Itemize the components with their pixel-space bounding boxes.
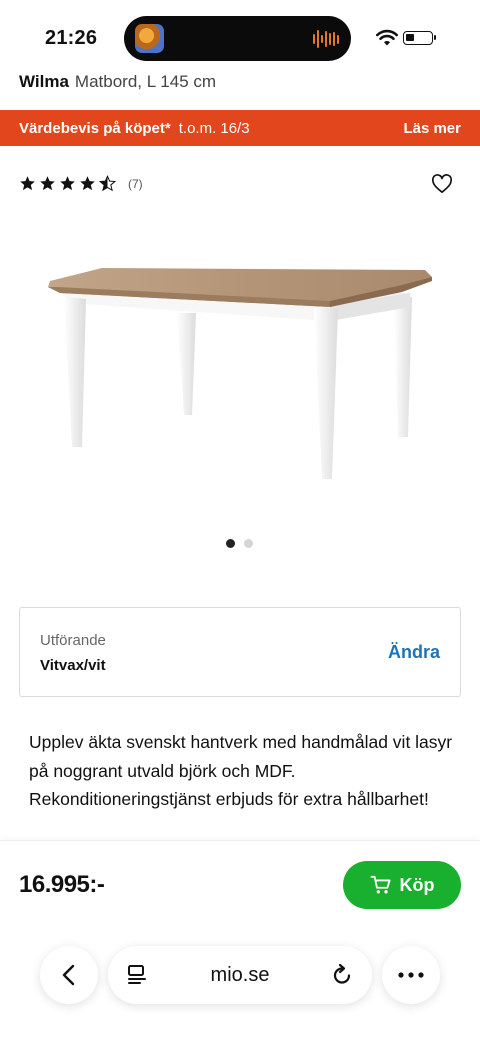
address-bar[interactable]: mio.se (108, 946, 372, 1004)
promo-label: Värdebevis på köpet* (19, 119, 171, 137)
browser-toolbar: mio.se (0, 946, 480, 1004)
audio-waveform-icon (313, 29, 339, 49)
more-icon (398, 972, 424, 978)
reload-icon[interactable] (330, 963, 354, 987)
star-icon (60, 176, 75, 191)
rating[interactable]: (7) (19, 175, 143, 192)
status-time: 21:26 (45, 27, 98, 49)
product-image[interactable] (40, 255, 440, 490)
battery-icon (403, 31, 436, 45)
variant-label: Utförande (40, 632, 106, 649)
promo-read-more-link[interactable]: Läs mer (403, 120, 461, 137)
heart-icon[interactable] (431, 174, 453, 194)
star-icon (40, 176, 55, 191)
carousel-dots[interactable] (226, 539, 253, 548)
product-brand: Wilma (19, 72, 69, 91)
status-bar: 21:26 (0, 0, 480, 70)
product-name: Matbord, L 145 cm (74, 72, 217, 91)
wifi-icon (376, 29, 398, 46)
now-playing-artwork (135, 24, 164, 53)
dynamic-island[interactable] (124, 16, 351, 61)
back-icon (62, 964, 75, 986)
buy-button-label: Köp (399, 874, 435, 895)
cart-icon (370, 875, 391, 894)
back-button[interactable] (40, 946, 98, 1004)
star-icon (80, 176, 95, 191)
variant-selector[interactable]: Utförande Vitvax/vit Ändra (19, 607, 461, 697)
variant-value: Vitvax/vit (40, 657, 106, 674)
half-star-icon (99, 175, 116, 192)
carousel-dot[interactable] (244, 539, 253, 548)
star-icon (20, 176, 35, 191)
more-button[interactable] (382, 946, 440, 1004)
carousel-dot[interactable] (226, 539, 235, 548)
buy-button[interactable]: Köp (343, 861, 461, 909)
buy-bar: 16.995:- Köp (0, 840, 480, 1044)
product-description: Upplev äkta svenskt hantverk med handmål… (29, 732, 453, 809)
product-price: 16.995:- (19, 871, 105, 898)
variant-change-button[interactable]: Ändra (388, 642, 440, 663)
promo-date: t.o.m. 16/3 (178, 119, 250, 137)
product-title: Wilma Matbord, L 145 cm (19, 72, 216, 92)
review-count[interactable]: (7) (128, 177, 143, 191)
promo-banner[interactable]: Värdebevis på köpet* t.o.m. 16/3 Läs mer (0, 110, 480, 146)
